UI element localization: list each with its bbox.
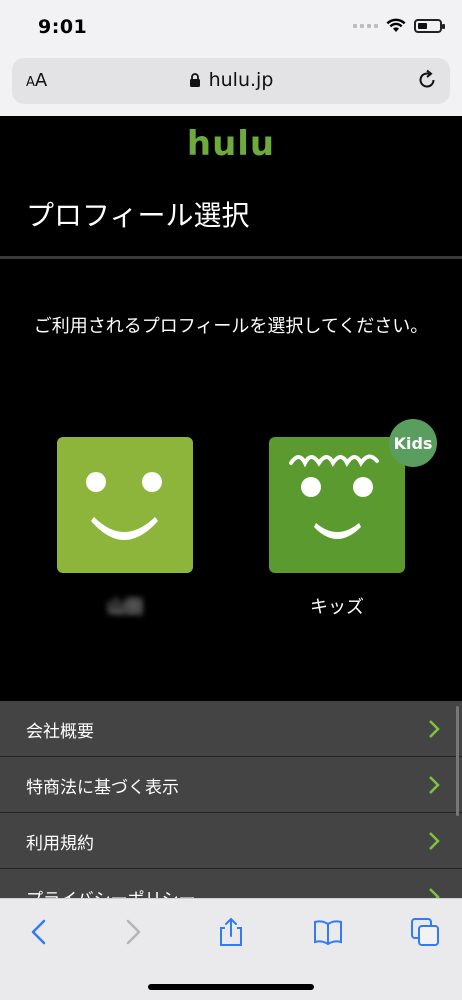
profile-kids[interactable]: Kids キッズ xyxy=(269,419,437,619)
chevron-right-icon xyxy=(429,832,440,850)
share-icon[interactable] xyxy=(216,917,246,947)
tabs-icon[interactable] xyxy=(410,917,440,947)
reload-icon[interactable] xyxy=(416,69,438,91)
kids-face-icon xyxy=(289,454,379,539)
footer-link-terms[interactable]: 利用規約 xyxy=(0,813,462,869)
page-title: プロフィール選択 xyxy=(26,199,250,232)
smiley-face-icon xyxy=(86,472,162,540)
profile-kids-avatar[interactable]: Kids xyxy=(269,419,437,573)
chevron-right-icon xyxy=(429,776,440,794)
back-icon[interactable] xyxy=(24,917,54,947)
profile-kids-name: キッズ xyxy=(310,597,364,618)
address-bar[interactable]: AA hulu.jp xyxy=(12,58,450,104)
chevron-right-icon xyxy=(429,720,440,738)
home-indicator xyxy=(148,984,314,990)
footer-link-commerce-law[interactable]: 特商法に基づく表示 xyxy=(0,757,462,813)
hulu-logo[interactable]: hulu xyxy=(0,124,462,164)
footer-link-privacy[interactable]: プライバシーポリシー xyxy=(0,869,462,898)
cellular-signal-icon xyxy=(353,23,378,28)
scrollbar[interactable] xyxy=(456,706,459,816)
instruction-text: ご利用されるプロフィールを選択してください。 xyxy=(33,316,429,337)
forward-icon[interactable] xyxy=(118,917,148,947)
wifi-icon xyxy=(386,18,406,32)
footer-links: 会社概要 特商法に基づく表示 利用規約 プライバシーポリシー xyxy=(0,701,462,898)
divider xyxy=(0,256,462,259)
web-page: hulu プロフィール選択 ご利用されるプロフィールを選択してください。 山田 … xyxy=(0,116,462,898)
url-text: hulu.jp xyxy=(208,69,274,91)
footer-link-company[interactable]: 会社概要 xyxy=(0,701,462,757)
profile-main-name: 山田 xyxy=(107,597,143,618)
kids-badge: Kids xyxy=(389,419,437,467)
browser-chrome-top: 9:01 AA hulu.jp xyxy=(0,0,462,116)
bookmarks-icon[interactable] xyxy=(313,917,343,947)
lock-icon xyxy=(189,73,200,87)
battery-icon xyxy=(414,18,445,33)
status-time: 9:01 xyxy=(38,16,88,38)
profile-main[interactable]: 山田 xyxy=(57,437,193,619)
chevron-right-icon xyxy=(429,888,440,898)
profile-main-avatar[interactable] xyxy=(57,437,193,573)
url-field[interactable]: hulu.jp xyxy=(12,69,450,91)
status-icons xyxy=(353,18,445,33)
